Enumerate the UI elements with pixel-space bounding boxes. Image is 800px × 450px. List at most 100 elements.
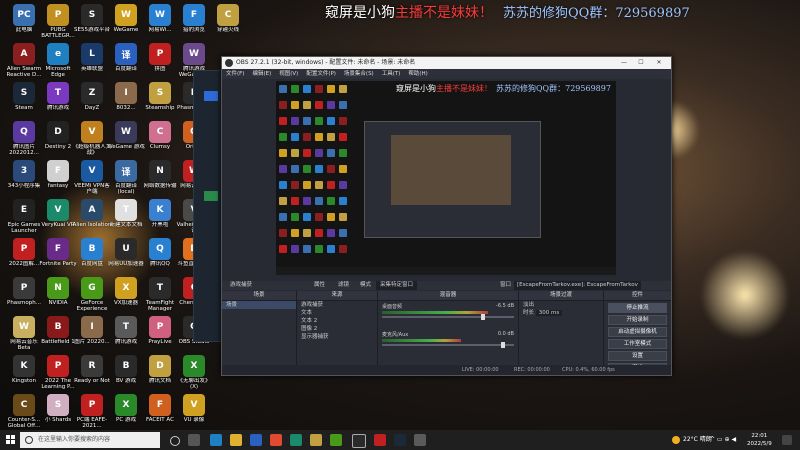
start-button[interactable] [6,435,16,445]
windows-icon [11,435,15,439]
app-icon: K [149,199,171,221]
app-icon: 译 [115,43,137,65]
preview-icon [339,213,347,221]
taskbar: 在这里输入你要搜索的内容 22°C 晴朗 ^ ▭ ⊕ ◀ 22:01 2022/… [0,430,800,450]
filters-button[interactable]: 滤镜 [338,281,349,290]
scene-item[interactable]: 场景 [222,301,296,309]
app-icon[interactable] [374,434,386,446]
preview-icon [315,197,323,205]
preview-icon [303,85,311,93]
desktop-icon-label: VU 录像 [183,417,205,423]
tray-icons[interactable]: ^ ▭ ⊕ ◀ [710,430,736,450]
notification-icon[interactable] [782,435,792,445]
source-item[interactable]: 显示器捕获 [297,333,377,341]
desktop-icon[interactable]: V VU 录像 [174,392,214,430]
preview-icon [315,181,323,189]
obs-titlebar[interactable]: OBS 27.2.1 (32-bit, windows) - 配置文件: 未命名… [222,57,671,69]
virtual-camera-button[interactable]: 启动虚拟摄像机 [608,327,667,337]
preview-icon [315,117,323,125]
preview-icon [327,245,335,253]
menu-edit[interactable]: 编辑(E) [252,69,271,79]
transition-duration[interactable]: 时长 300 ms [519,309,603,317]
preview-icon [303,213,311,221]
windows-icon [6,440,10,444]
app-icon: W [115,4,137,26]
preview-icon [315,149,323,157]
preview-icon [315,213,323,221]
mixer-dock: 混音器 桌面音频 -6.5 dB 麦克风/Aux 0.0 dB [378,291,519,375]
preview-icon [291,197,299,205]
preview-icon [339,197,347,205]
store-icon[interactable] [250,434,262,446]
cortana-icon[interactable] [170,436,180,446]
app-icon: S [81,4,103,26]
task-view-icon[interactable] [188,434,200,446]
preview-icon [279,133,287,141]
obs-taskbar-icon[interactable] [352,434,366,448]
fader-knob[interactable] [500,342,505,348]
source-item[interactable]: 文本 [297,309,377,317]
preview-icon [303,165,311,173]
source-item[interactable]: 文本 2 [297,317,377,325]
app-icon[interactable] [270,434,282,446]
preview-overlay-text: 窥屏是小狗主播不是妹妹！ 苏苏的修狗QQ群：729569897 [396,83,611,94]
app-icon[interactable] [414,434,426,446]
settings-button[interactable]: 设置 [608,351,667,361]
weather-widget[interactable]: 22°C 晴朗 [672,430,712,450]
source-item[interactable]: 图像 2 [297,325,377,333]
app-icon: T [149,277,171,299]
menu-view[interactable]: 视图(V) [279,69,298,79]
file-explorer-icon[interactable] [230,434,242,446]
mixer-dock-title: 混音器 [378,291,518,301]
transition-type[interactable]: 淡出 [519,301,603,309]
sources-dock: 来源 游戏捕获 文本 文本 2 图像 2 显示器捕获 +−⚙∧∨ [297,291,378,375]
preview-icon [315,229,323,237]
app-icon: Q [13,121,35,143]
window-select[interactable]: [EscapeFromTarkov.exe]: EscapeFromTarkov [514,281,641,290]
taskbar-clock[interactable]: 22:01 2022/5/9 [747,432,772,448]
start-recording-button[interactable]: 开始录制 [608,315,667,325]
app-icon: P [81,394,103,416]
desktop: 窥屏是小狗主播不是妹妹！ 苏苏的修狗QQ群：729569897 PC 此电脑 A Ali… [0,0,800,430]
preview-icon [291,213,299,221]
properties-button[interactable]: 属性 [314,281,325,290]
app-icon: P [47,4,69,26]
fader-knob[interactable] [481,314,485,320]
menu-file[interactable]: 文件(F) [226,69,244,79]
app-icon: E [13,199,35,221]
minimize-button[interactable]: — [617,57,631,69]
app-icon[interactable] [310,434,322,446]
menu-tools[interactable]: 工具(T) [382,69,401,79]
volume-fader[interactable] [382,342,514,348]
app-icon: P [149,43,171,65]
taskbar-search[interactable]: 在这里输入你要搜索的内容 [20,432,160,448]
nested-preview-window [364,121,541,238]
app-icon[interactable] [290,434,302,446]
source-toolbar: 游戏捕获 属性 滤镜 模式 采集特定窗口 窗口 [EscapeFromTarko… [222,281,671,290]
obs-title: OBS 27.2.1 (32-bit, windows) - 配置文件: 未命名… [236,59,416,66]
preview-icon [279,85,287,93]
stop-streaming-button[interactable]: 停止推流 [608,303,667,313]
obs-preview[interactable]: 窥屏是小狗主播不是妹妹！ 苏苏的修狗QQ群：729569897 [276,81,616,275]
edge-icon[interactable] [210,434,222,446]
studio-mode-button[interactable]: 工作室模式 [608,339,667,349]
source-item[interactable]: 游戏捕获 [297,301,377,309]
maximize-button[interactable]: ☐ [634,57,648,69]
menu-scene-collection[interactable]: 场景集合(S) [344,69,374,79]
preview-icon [339,85,347,93]
menu-profile[interactable]: 配置文件(P) [306,69,336,79]
obs-window[interactable]: OBS 27.2.1 (32-bit, windows) - 配置文件: 未命名… [221,56,672,376]
mode-select[interactable]: 采集特定窗口 [376,281,418,290]
preview-icon [303,117,311,125]
desktop-icon[interactable]: X 《无聊出发》 (X) [174,353,214,395]
preview-icon [291,133,299,141]
preview-icon [291,181,299,189]
steam-icon[interactable] [394,434,406,446]
close-button[interactable]: ✕ [652,57,666,69]
app-icon: F [149,394,171,416]
volume-fader[interactable] [382,314,514,320]
app-icon[interactable] [330,434,342,446]
app-icon: N [149,160,171,182]
menu-help[interactable]: 帮助(H) [408,69,427,79]
desktop-icon[interactable]: C 穿越火线 [208,2,248,44]
